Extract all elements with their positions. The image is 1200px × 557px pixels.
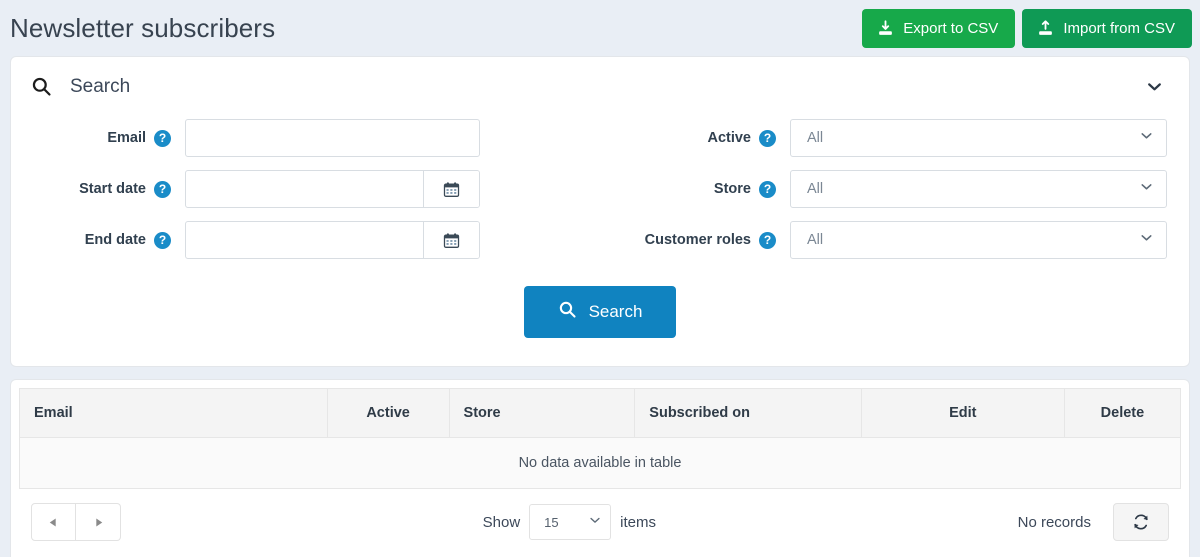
pagination-controls <box>31 503 121 541</box>
table-footer: Show 15 items No records <box>19 489 1181 557</box>
export-to-csv-button[interactable]: Export to CSV <box>862 8 1016 48</box>
subscribers-table-card: Email Active Store Subscribed on Edit De… <box>10 379 1190 557</box>
help-icon-store[interactable]: ? <box>759 180 776 198</box>
field-email-label: Email <box>107 130 146 146</box>
field-customer-roles: Customer roles ? All <box>600 221 1167 259</box>
calendar-icon-start-date[interactable] <box>423 171 479 207</box>
field-store-label-group: Store ? <box>600 180 790 198</box>
column-header-delete: Delete <box>1064 388 1182 438</box>
search-icon-button <box>558 300 577 324</box>
upload-icon <box>1037 19 1054 37</box>
field-end-date-label: End date <box>84 232 146 248</box>
field-start-date-control <box>185 170 480 208</box>
items-label: items <box>620 513 656 531</box>
table-body: No data available in table <box>19 437 1181 489</box>
store-select[interactable]: All <box>790 170 1167 208</box>
show-label: Show <box>482 513 521 531</box>
export-to-csv-label: Export to CSV <box>903 19 999 37</box>
table-header-row: Email Active Store Subscribed on Edit De… <box>19 388 1182 438</box>
help-icon-customer-roles[interactable]: ? <box>759 231 776 249</box>
triangle-left-icon <box>49 518 56 526</box>
active-select[interactable]: All <box>790 119 1167 157</box>
field-active-label-group: Active ? <box>600 129 790 147</box>
field-email-control <box>185 119 480 157</box>
search-submit-button[interactable]: Search <box>523 286 677 338</box>
search-left-column: Email ? Start date ? End date ? <box>33 119 600 272</box>
download-icon <box>877 19 894 37</box>
help-icon-end-date[interactable]: ? <box>154 231 171 249</box>
footer-right: No records <box>1018 503 1169 541</box>
field-active-control: All <box>790 119 1167 157</box>
page-size-control: Show 15 items <box>483 504 656 540</box>
search-panel-title: Search <box>70 75 131 97</box>
chevron-down-icon-store <box>1139 179 1154 199</box>
refresh-button[interactable] <box>1112 503 1169 541</box>
field-email-label-group: Email ? <box>33 129 185 147</box>
chevron-down-icon[interactable] <box>1138 74 1171 99</box>
chevron-down-icon-customer-roles <box>1139 230 1154 250</box>
field-email: Email ? <box>33 119 600 157</box>
field-customer-roles-label-group: Customer roles ? <box>600 231 790 249</box>
page-size-value: 15 <box>544 514 559 530</box>
end-date-input[interactable] <box>186 222 423 258</box>
field-store-control: All <box>790 170 1167 208</box>
field-store: Store ? All <box>600 170 1167 208</box>
triangle-right-icon <box>95 518 102 526</box>
customer-roles-select[interactable]: All <box>790 221 1167 259</box>
customer-roles-select-value: All <box>807 232 824 248</box>
help-icon-email[interactable]: ? <box>154 129 171 147</box>
search-panel-body: Email ? Start date ? End date ? Active ?… <box>11 113 1189 366</box>
field-start-date: Start date ? <box>33 170 600 208</box>
help-icon-active[interactable]: ? <box>759 129 776 147</box>
field-end-date-control <box>185 221 480 259</box>
search-submit-label: Search <box>588 302 643 321</box>
field-active-label: Active <box>707 130 751 146</box>
page-header: Newsletter subscribers Export to CSV Imp… <box>0 0 1200 56</box>
field-end-date-label-group: End date ? <box>33 231 185 249</box>
calendar-icon-end-date[interactable] <box>423 222 479 258</box>
field-customer-roles-label: Customer roles <box>644 232 751 248</box>
column-header-store[interactable]: Store <box>449 388 636 438</box>
import-from-csv-label: Import from CSV <box>1063 19 1175 37</box>
page-size-select[interactable]: 15 <box>529 504 612 540</box>
search-icon <box>31 76 52 97</box>
active-select-value: All <box>807 130 824 146</box>
field-store-label: Store <box>713 181 751 197</box>
search-button-wrapper: Search <box>33 272 1167 362</box>
field-end-date: End date ? <box>33 221 600 259</box>
field-start-date-label: Start date <box>79 181 146 197</box>
chevron-down-icon-active <box>1139 128 1154 148</box>
refresh-icon <box>1134 514 1148 530</box>
search-right-column: Active ? All Store ? All Customer roles … <box>600 119 1167 272</box>
column-header-subscribed-on[interactable]: Subscribed on <box>634 388 862 438</box>
search-panel-header[interactable]: Search <box>11 57 1189 113</box>
import-from-csv-button[interactable]: Import from CSV <box>1022 8 1192 48</box>
field-start-date-label-group: Start date ? <box>33 180 185 198</box>
store-select-value: All <box>807 181 824 197</box>
table-empty-row: No data available in table <box>19 437 1181 489</box>
column-header-active[interactable]: Active <box>327 388 450 438</box>
column-header-email[interactable]: Email <box>19 388 328 438</box>
header-actions: Export to CSV Import from CSV <box>862 8 1192 48</box>
field-customer-roles-control: All <box>790 221 1167 259</box>
subscribers-table: Email Active Store Subscribed on Edit De… <box>19 388 1182 489</box>
help-icon-start-date[interactable]: ? <box>154 180 171 198</box>
email-input[interactable] <box>185 119 480 157</box>
start-date-input[interactable] <box>186 171 423 207</box>
chevron-down-icon-page-size <box>588 513 602 531</box>
records-info: No records <box>1017 513 1091 531</box>
page-title: Newsletter subscribers <box>10 12 276 43</box>
search-panel: Search Email ? Start date ? End date ? A… <box>10 56 1190 367</box>
column-header-edit: Edit <box>861 388 1065 438</box>
previous-page-button[interactable] <box>31 503 76 541</box>
next-page-button[interactable] <box>76 503 121 541</box>
table-empty-message: No data available in table <box>19 437 1181 489</box>
field-active: Active ? All <box>600 119 1167 157</box>
